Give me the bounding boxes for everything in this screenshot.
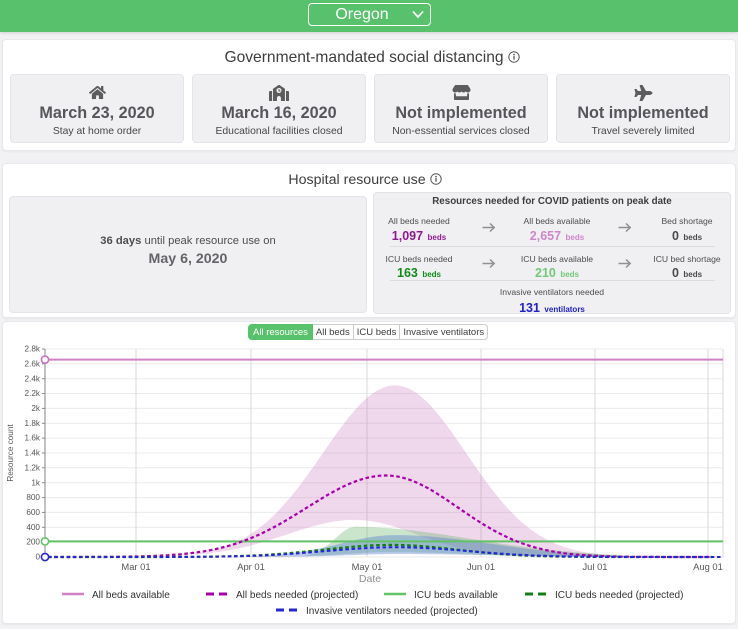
svg-text:1k: 1k xyxy=(31,478,41,487)
svg-text:1.8k: 1.8k xyxy=(25,419,41,428)
svg-text:2.8k: 2.8k xyxy=(25,345,41,354)
svg-text:0: 0 xyxy=(35,553,40,562)
svg-text:2k: 2k xyxy=(31,404,41,413)
svg-text:1.4k: 1.4k xyxy=(25,449,41,458)
svg-text:Jun 01: Jun 01 xyxy=(467,561,495,572)
svg-text:Apr 01: Apr 01 xyxy=(237,561,265,572)
svg-text:May 01: May 01 xyxy=(352,561,383,572)
svg-text:Jul 01: Jul 01 xyxy=(582,561,607,572)
svg-text:400: 400 xyxy=(26,523,40,532)
svg-text:Aug 01: Aug 01 xyxy=(693,561,723,572)
svg-text:200: 200 xyxy=(26,538,40,547)
svg-text:1.6k: 1.6k xyxy=(25,434,41,443)
svg-text:1.2k: 1.2k xyxy=(25,463,41,472)
svg-text:2.6k: 2.6k xyxy=(25,359,41,368)
svg-text:Resource count: Resource count xyxy=(6,424,15,482)
svg-text:Date: Date xyxy=(359,573,381,585)
svg-text:2.2k: 2.2k xyxy=(25,389,41,398)
svg-text:800: 800 xyxy=(26,493,40,502)
svg-text:2.4k: 2.4k xyxy=(25,374,41,383)
svg-text:600: 600 xyxy=(26,508,40,517)
svg-text:Mar 01: Mar 01 xyxy=(121,561,150,572)
